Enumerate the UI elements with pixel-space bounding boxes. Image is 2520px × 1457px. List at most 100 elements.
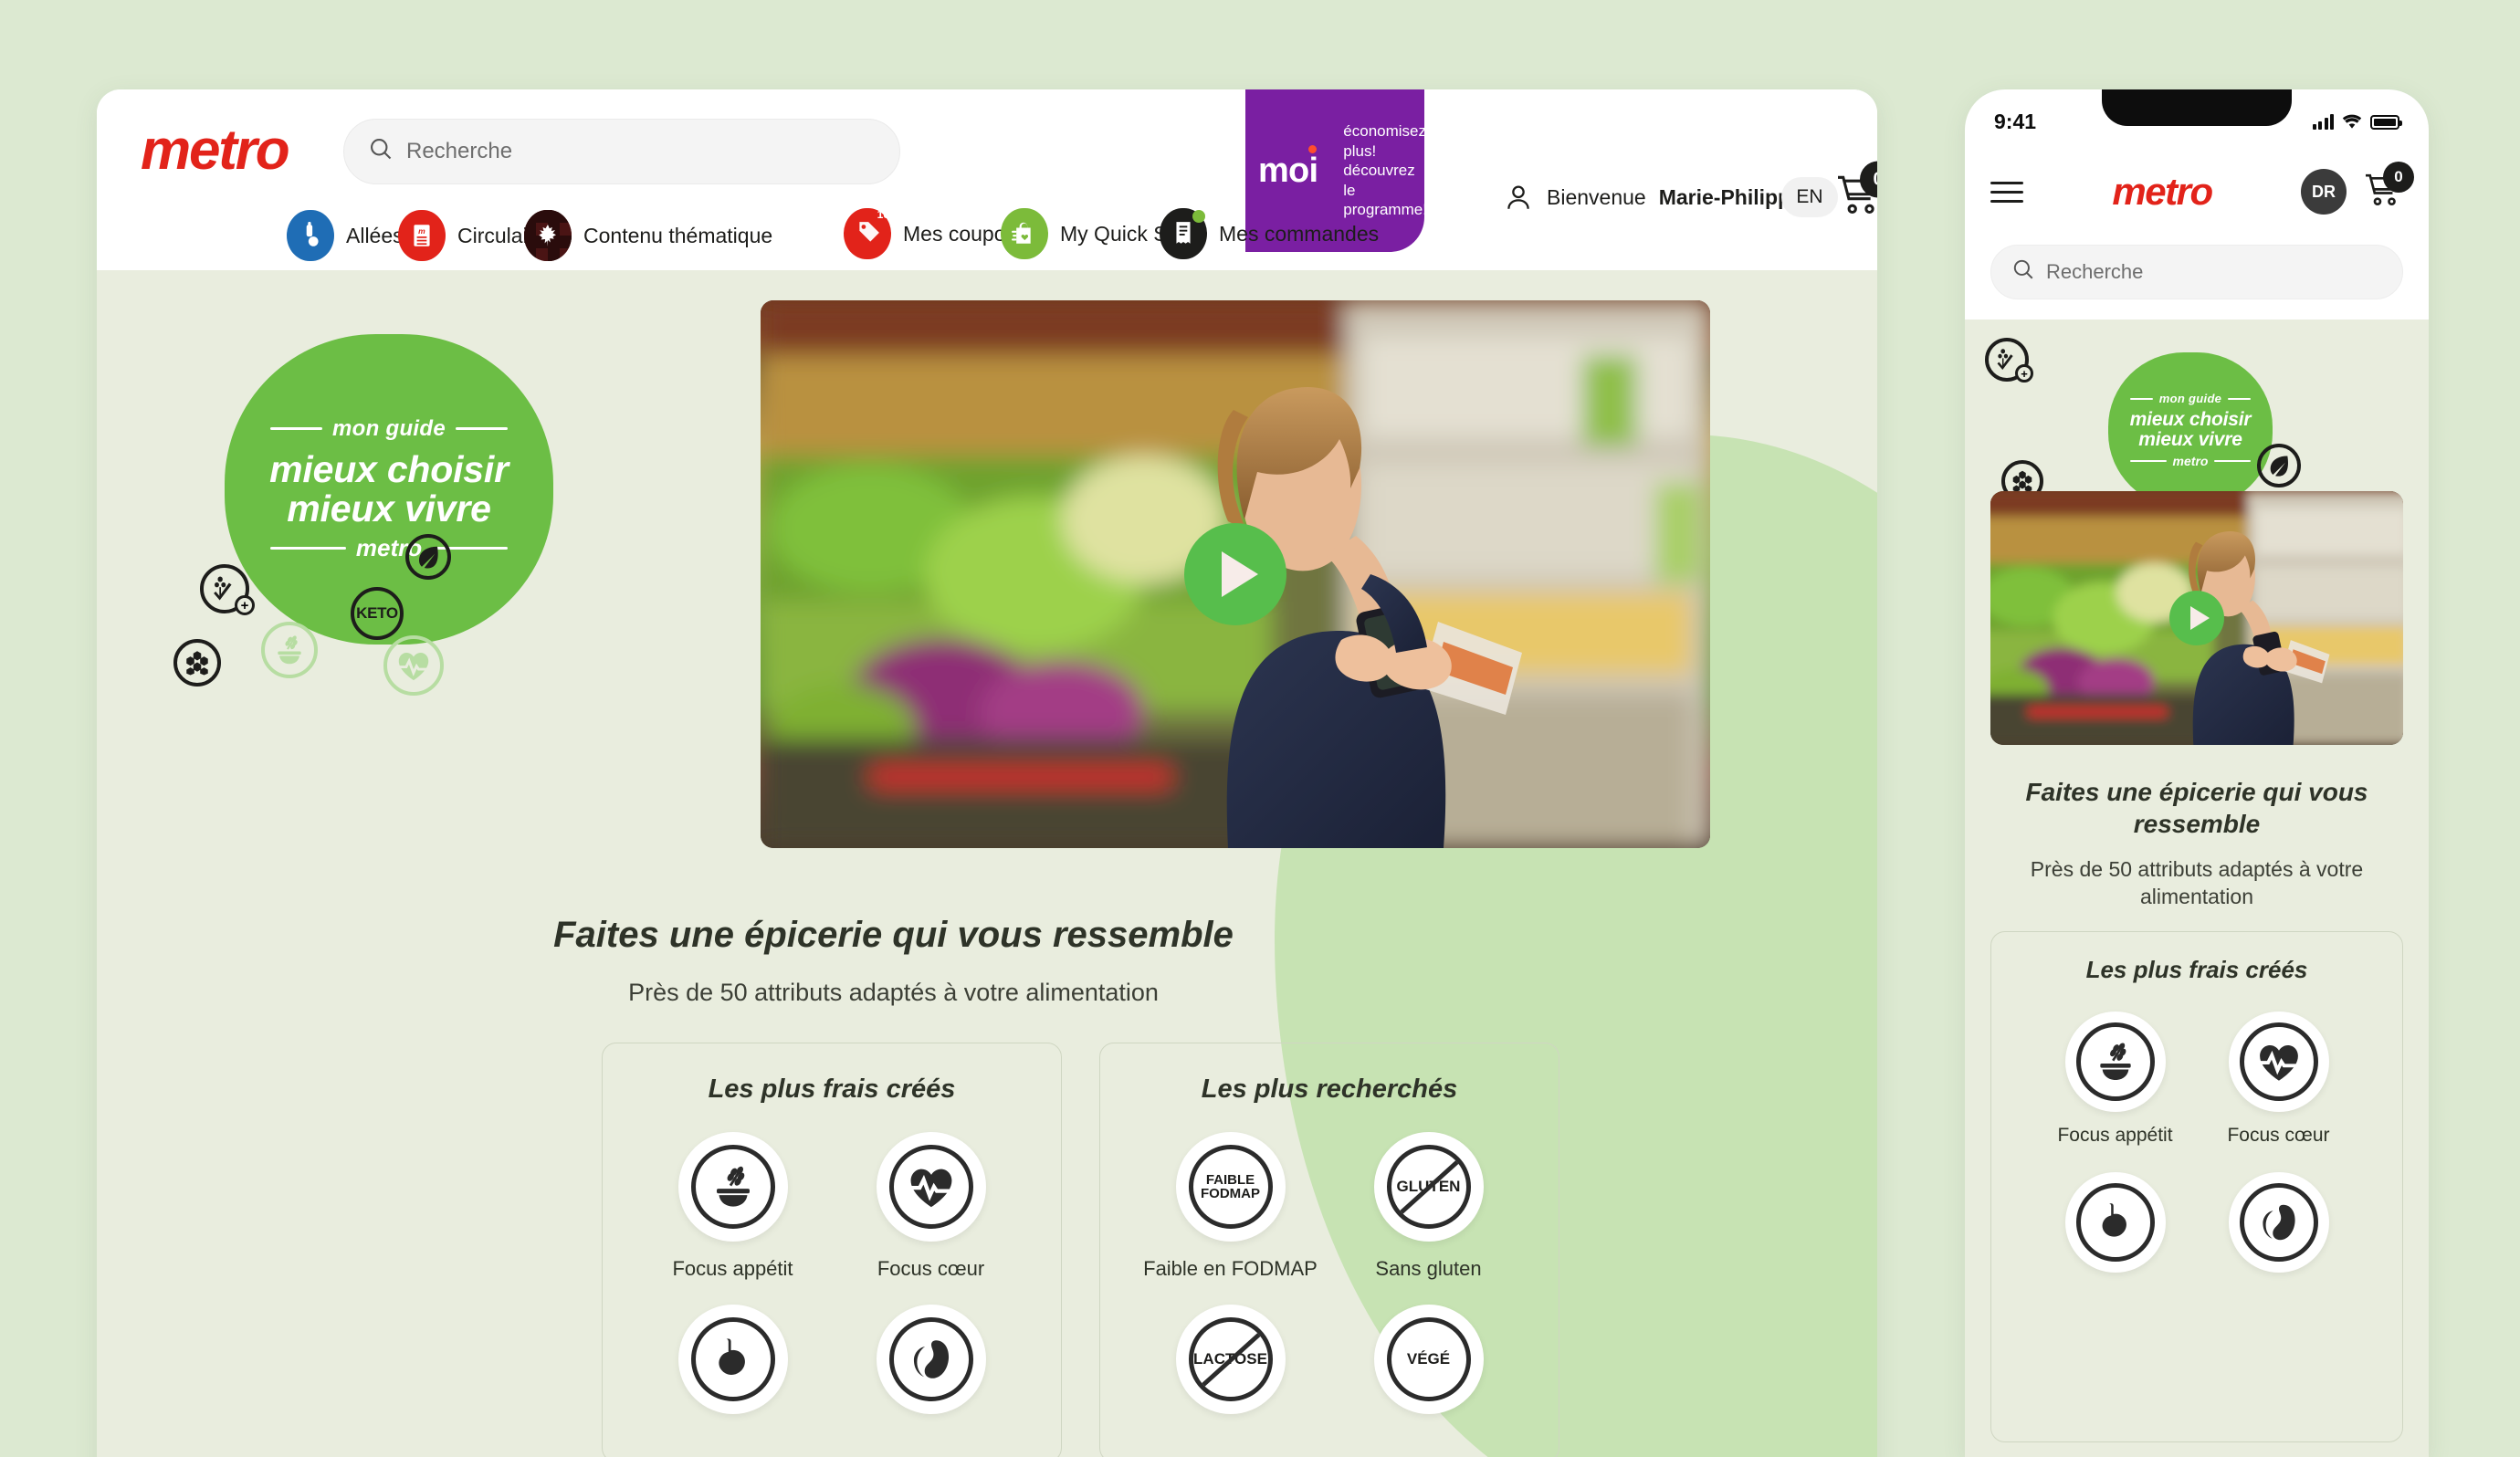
vegetarian-icon: VÉGÉ xyxy=(1373,1305,1484,1414)
maple-leaf-icon xyxy=(524,210,572,261)
search-input[interactable]: Recherche xyxy=(1990,245,2403,299)
no-lactose-icon: LACTOSE xyxy=(1175,1305,1286,1414)
mobile-header: metro DR 0 xyxy=(1965,157,2429,226)
plus-icon: + xyxy=(2015,364,2033,383)
stomach-icon xyxy=(2064,1172,2166,1273)
list-item[interactable]: VÉGÉ xyxy=(1329,1305,1528,1430)
aisles-icon xyxy=(287,210,334,261)
list-item[interactable]: Focus cœur xyxy=(832,1132,1030,1281)
attribute-card-frais-crees: Les plus frais créés Focus appétit Focus… xyxy=(1990,931,2403,1442)
status-dot xyxy=(1192,210,1205,223)
hero-video-player[interactable] xyxy=(761,300,1710,848)
list-item[interactable] xyxy=(2033,1172,2197,1285)
appetite-bowl-icon xyxy=(677,1132,788,1242)
status-time: 9:41 xyxy=(1994,110,2037,133)
divider xyxy=(2130,459,2167,462)
page-content: mon guide mieux choisir mieux vivre metr… xyxy=(97,270,1877,1457)
card-title: Les plus recherchés xyxy=(1201,1074,1458,1104)
list-item[interactable]: Focus appétit xyxy=(634,1132,832,1281)
svg-text:m: m xyxy=(418,226,425,236)
heart-pulse-icon xyxy=(383,635,444,696)
attribute-card-plus-recherches: Les plus recherchés FAIBLE FODMAP Faible … xyxy=(1099,1043,1559,1457)
nav-label: Allées xyxy=(346,223,404,247)
hamburger-menu-icon[interactable] xyxy=(1990,181,2023,203)
hero-video-player[interactable] xyxy=(1990,491,2403,745)
page-subtitle: Près de 50 attributs adaptés à votre ali… xyxy=(628,979,1159,1006)
icon-ring xyxy=(888,1145,973,1229)
search-input[interactable]: Recherche xyxy=(343,119,900,184)
badge-headline: mieux choisir mieux vivre xyxy=(269,450,509,528)
avatar[interactable]: DR xyxy=(2301,169,2347,215)
list-item[interactable]: Focus cœur xyxy=(2197,1012,2360,1147)
list-item[interactable]: GLUTEN Sans gluten xyxy=(1329,1132,1528,1281)
keto-label: KETO xyxy=(356,604,398,622)
page-root: metro Recherche moi économisez plus! déc… xyxy=(0,0,2520,1457)
honeycomb-icon xyxy=(173,639,221,687)
attribute-label: Faible en FODMAP xyxy=(1143,1257,1318,1280)
badge-bottom-row: metro xyxy=(270,534,508,562)
icon-ring xyxy=(2239,1022,2318,1101)
list-item[interactable]: Focus appétit xyxy=(2033,1012,2197,1147)
wifi-icon xyxy=(2342,114,2362,129)
list-item[interactable]: FAIBLE FODMAP Faible en FODMAP xyxy=(1131,1132,1329,1281)
play-icon xyxy=(1222,551,1258,597)
page-title: Faites une épicerie qui vous ressemble xyxy=(553,915,1234,955)
divider xyxy=(2214,459,2251,462)
icon-ring: LACTOSE xyxy=(1188,1317,1273,1401)
list-item[interactable] xyxy=(634,1305,832,1430)
play-button[interactable] xyxy=(1184,523,1286,625)
attribute-label: Focus appétit xyxy=(2057,1125,2173,1146)
attribute-label: Sans gluten xyxy=(1375,1257,1482,1280)
attribute-label: Focus cœur xyxy=(877,1257,985,1280)
sidebar-item-mes-commandes[interactable]: Mes commandes xyxy=(1160,208,1379,259)
signal-bars-icon xyxy=(2312,114,2334,130)
cart-button[interactable]: 0 xyxy=(2363,161,2414,212)
primary-nav: Allées m Circulaire Contenu thématique 1… xyxy=(97,206,1877,270)
icon-ring xyxy=(2075,1022,2155,1101)
sidebar-item-allees[interactable]: Allées xyxy=(287,210,404,261)
search-icon xyxy=(368,136,394,168)
icon-ring xyxy=(888,1317,973,1401)
icon-ring: FAIBLE FODMAP xyxy=(1188,1145,1273,1229)
icon-ring xyxy=(2239,1183,2318,1262)
mobile-page-content: mon guide mieux choisir mieux vivre metr… xyxy=(1965,320,2429,1457)
fodmap-label: FAIBLE FODMAP xyxy=(1201,1171,1260,1201)
plus-icon: + xyxy=(235,595,255,615)
attribute-grid: Focus appétit Focus cœur xyxy=(1991,1012,2402,1285)
play-button[interactable] xyxy=(2169,591,2224,645)
stomach-icon xyxy=(677,1305,788,1414)
desktop-browser-window: metro Recherche moi économisez plus! déc… xyxy=(97,89,1877,1457)
badge-line-1: mieux choisir xyxy=(269,447,509,490)
page-subtitle: Près de 50 attributs adaptés à votre ali… xyxy=(2030,857,2364,908)
wheat-check-plus-icon: + xyxy=(1985,338,2033,383)
list-item[interactable] xyxy=(832,1305,1030,1430)
attribute-label: Focus appétit xyxy=(672,1257,793,1280)
icon-ring xyxy=(2075,1183,2155,1262)
heart-pulse-icon xyxy=(876,1132,986,1242)
divider xyxy=(270,427,322,431)
metro-logo[interactable]: metro xyxy=(2023,173,2301,211)
moi-promo-text: économisez plus! découvrez le programme! xyxy=(1343,121,1424,219)
list-item[interactable]: LACTOSE xyxy=(1131,1305,1329,1430)
list-item[interactable] xyxy=(2197,1172,2360,1285)
divider xyxy=(2130,397,2153,400)
mobile-phone-mockup: 9:41 metro DR 0 Recherche mon guide mieu… xyxy=(1965,89,2429,1457)
keto-icon: KETO xyxy=(351,587,404,640)
icon-ring xyxy=(690,1317,775,1401)
badge-eyebrow: mon guide xyxy=(331,415,446,441)
divider xyxy=(270,547,346,550)
no-gluten-icon: GLUTEN xyxy=(1373,1132,1484,1242)
metro-logo[interactable]: metro xyxy=(141,122,290,179)
badge-line-1: mieux choisir xyxy=(2129,409,2252,431)
quick-shop-bag-icon xyxy=(1001,208,1048,259)
sidebar-item-contenu-thematique[interactable]: Contenu thématique xyxy=(524,210,772,261)
search-placeholder: Recherche xyxy=(2046,260,2144,283)
promo-line-3: découvrez le xyxy=(1343,162,1415,199)
card-title: Les plus frais créés xyxy=(708,1074,956,1104)
guide-badge: mon guide mieux choisir mieux vivre metr… xyxy=(2108,352,2273,508)
search-icon xyxy=(2011,257,2035,287)
icon-ring xyxy=(690,1145,775,1229)
phone-status-bar: 9:41 xyxy=(1965,110,2429,134)
coupon-count-badge: 16 xyxy=(877,208,889,221)
heart-pulse-icon xyxy=(2228,1012,2329,1112)
